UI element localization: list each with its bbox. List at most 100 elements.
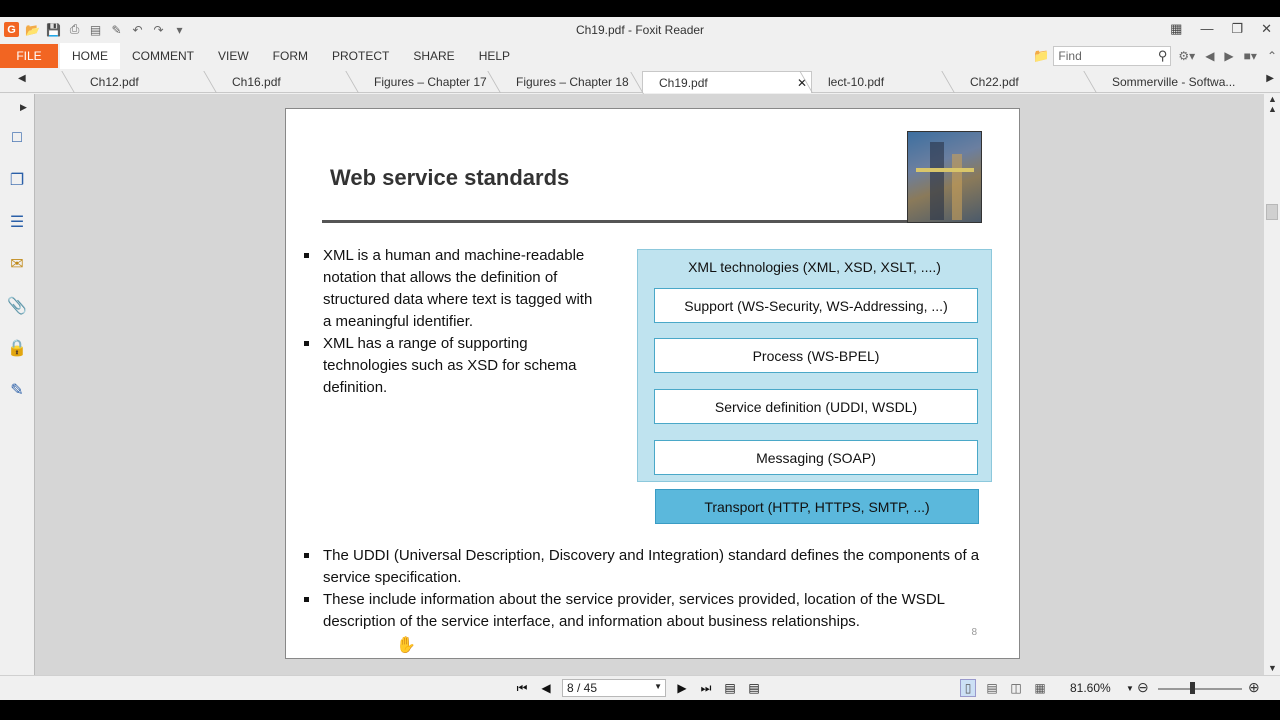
status-bar: ⏮ ◀ 8 / 45 ▼ ▶ ⏭ ▤ ▤ ▯ ▤ ◫ ▦ 81.60% ▼ ⊖ … [0,675,1280,700]
tab-ch22[interactable]: Ch22.pdf [954,71,1096,93]
xml-technologies-diagram: XML technologies (XML, XSD, XSLT, ....) … [637,249,992,482]
book-cover-image [907,131,982,223]
zoom-slider[interactable] [1158,688,1242,690]
pdf-page: Web service standards XML is a human and… [285,108,1020,659]
menu-form[interactable]: FORM [261,43,320,69]
window-title: Ch19.pdf - Foxit Reader [575,23,705,37]
tab-label: Ch12.pdf [90,75,139,89]
previous-page-icon[interactable]: ◀ [538,679,554,697]
facing-icon[interactable]: ◫ [1008,679,1024,697]
next-page-icon[interactable]: ▶ [674,679,690,697]
find-input[interactable]: Find ⚲ [1053,46,1172,66]
tab-lect-10[interactable]: lect-10.pdf [812,71,954,93]
bullet-list-top: XML is a human and machine-readable nota… [302,245,602,399]
hand-cursor-icon: ✋ [396,637,416,654]
restore-icon[interactable]: ❐ [1231,21,1243,37]
page-number-input[interactable]: 8 / 45 ▼ [562,679,666,697]
slide-page-number: 8 [971,627,977,638]
tab-label: Figures – Chapter 17 [374,75,487,89]
single-page-icon[interactable]: ▯ [960,679,976,697]
tab-ch16[interactable]: Ch16.pdf [216,71,358,93]
tab-label: lect-10.pdf [828,75,885,89]
tab-label: Ch19.pdf [659,76,708,90]
continuous-icon[interactable]: ▤ [984,679,1000,697]
previous-view-icon[interactable]: ▤ [722,679,738,697]
find-area: 📁 Find ⚲ ⚙▾ ◀ ▶ ■▾ ⌃ [1033,45,1280,67]
document-tabs: ◀ Ch12.pdf Ch16.pdf Figures – Chapter 17… [0,69,1280,93]
layers-icon[interactable]: ☰ [7,212,27,232]
layer-transport: Transport (HTTP, HTTPS, SMTP, ...) [655,489,979,524]
folder-search-icon[interactable]: 📁 [1033,48,1049,64]
forward-icon[interactable]: ▶ [1221,49,1236,63]
collapse-ribbon-icon[interactable]: ⌃ [1264,49,1280,63]
first-page-icon[interactable]: ⏮ [514,679,530,697]
scroll-down-icon[interactable]: ▼ [1268,663,1277,673]
scroll-thumb[interactable] [1266,204,1278,220]
zoom-level[interactable]: 81.60% [1070,681,1111,695]
document-view[interactable]: Web service standards XML is a human and… [34,94,1264,675]
search-icon[interactable]: ⚲ [1158,48,1168,64]
bullet-item: These include information about the serv… [302,589,1002,633]
layer-process: Process (WS-BPEL) [654,338,978,373]
menu-help[interactable]: HELP [467,43,522,69]
tab-ch19[interactable]: Ch19.pdf ✕ [642,71,812,93]
menu-protect[interactable]: PROTECT [320,43,401,69]
minimize-icon[interactable]: — [1200,21,1213,37]
menu-share[interactable]: SHARE [401,43,466,69]
attachment-icon[interactable]: 📎 [7,296,27,316]
layer-support: Support (WS-Security, WS-Addressing, ...… [654,288,978,323]
slide-title: Web service standards [330,165,570,190]
zoom-out-icon[interactable]: ⊖ [1137,679,1149,696]
tab-scroll-right-icon[interactable]: ▶ [1266,73,1274,84]
menu-comment[interactable]: COMMENT [120,43,206,69]
chevron-down-icon[interactable]: ▼ [654,682,662,691]
grid-icon[interactable]: ▦ [1170,21,1182,37]
menu-tabs: HOME COMMENT VIEW FORM PROTECT SHARE HEL… [60,43,522,69]
tab-figures-18[interactable]: Figures – Chapter 18 [500,71,642,93]
user-icon[interactable]: ■▾ [1241,49,1260,63]
bullet-item: The UDDI (Universal Description, Discove… [302,545,1002,589]
tab-label: Ch22.pdf [970,75,1019,89]
title-divider [322,220,910,223]
bullet-item: XML is a human and machine-readable nota… [302,245,602,333]
pages-icon[interactable]: ❐ [7,170,27,190]
tab-sommerville[interactable]: Sommerville - Softwa... [1096,71,1256,93]
page-display: 8 / 45 [567,681,598,695]
back-icon[interactable]: ◀ [1202,49,1217,63]
vertical-scrollbar[interactable]: ▲ ▲ ▼ [1264,94,1280,675]
tab-label: Ch16.pdf [232,75,281,89]
zoom-slider-thumb[interactable] [1190,682,1195,694]
menu-home[interactable]: HOME [60,43,120,69]
last-page-icon[interactable]: ⏭ [698,679,714,697]
tab-label: Figures – Chapter 18 [516,75,629,89]
scroll-top-icon[interactable]: ▲ [1268,94,1277,104]
tab-label: Sommerville - Softwa... [1112,75,1236,89]
tab-scroll-left-icon[interactable]: ◀ [18,73,26,84]
next-view-icon[interactable]: ▤ [746,679,762,697]
navigation-panel: ▶ □ ❐ ☰ ✉ 📎 🔒 ✎ [0,94,34,675]
foxit-reader-window: G 📂 💾 ⎙ ▤ ✎ ↶ ↷ ▾ Ch19.pdf - Foxit Reade… [0,17,1280,700]
lock-icon[interactable]: 🔒 [7,338,27,358]
bookmark-icon[interactable]: □ [7,128,27,148]
comments-icon[interactable]: ✉ [7,254,27,274]
gear-icon[interactable]: ⚙▾ [1175,49,1198,63]
zoom-in-icon[interactable]: ⊕ [1248,679,1260,696]
close-icon[interactable]: ✕ [1261,21,1272,37]
title-bar: G 📂 💾 ⎙ ▤ ✎ ↶ ↷ ▾ Ch19.pdf - Foxit Reade… [0,17,1280,43]
expand-panel-icon[interactable]: ▶ [20,102,27,113]
continuous-facing-icon[interactable]: ▦ [1032,679,1048,697]
signature-icon[interactable]: ✎ [7,380,27,400]
scroll-up-icon[interactable]: ▲ [1268,104,1277,114]
bullet-list-bottom: The UDDI (Universal Description, Discove… [302,545,1002,633]
xml-technologies-label: XML technologies (XML, XSD, XSLT, ....) [688,259,941,275]
layer-service-definition: Service definition (UDDI, WSDL) [654,389,978,424]
page-navigation: ⏮ ◀ 8 / 45 ▼ ▶ ⏭ ▤ ▤ [514,679,762,697]
menu-view[interactable]: VIEW [206,43,261,69]
file-menu-button[interactable]: FILE [0,44,58,68]
tab-ch12[interactable]: Ch12.pdf [74,71,216,93]
ribbon-menu: FILE HOME COMMENT VIEW FORM PROTECT SHAR… [0,43,1280,69]
layer-messaging: Messaging (SOAP) [654,440,978,475]
bullet-item: XML has a range of supporting technologi… [302,333,602,399]
zoom-dropdown-icon[interactable]: ▼ [1126,684,1134,693]
tab-figures-17[interactable]: Figures – Chapter 17 [358,71,500,93]
